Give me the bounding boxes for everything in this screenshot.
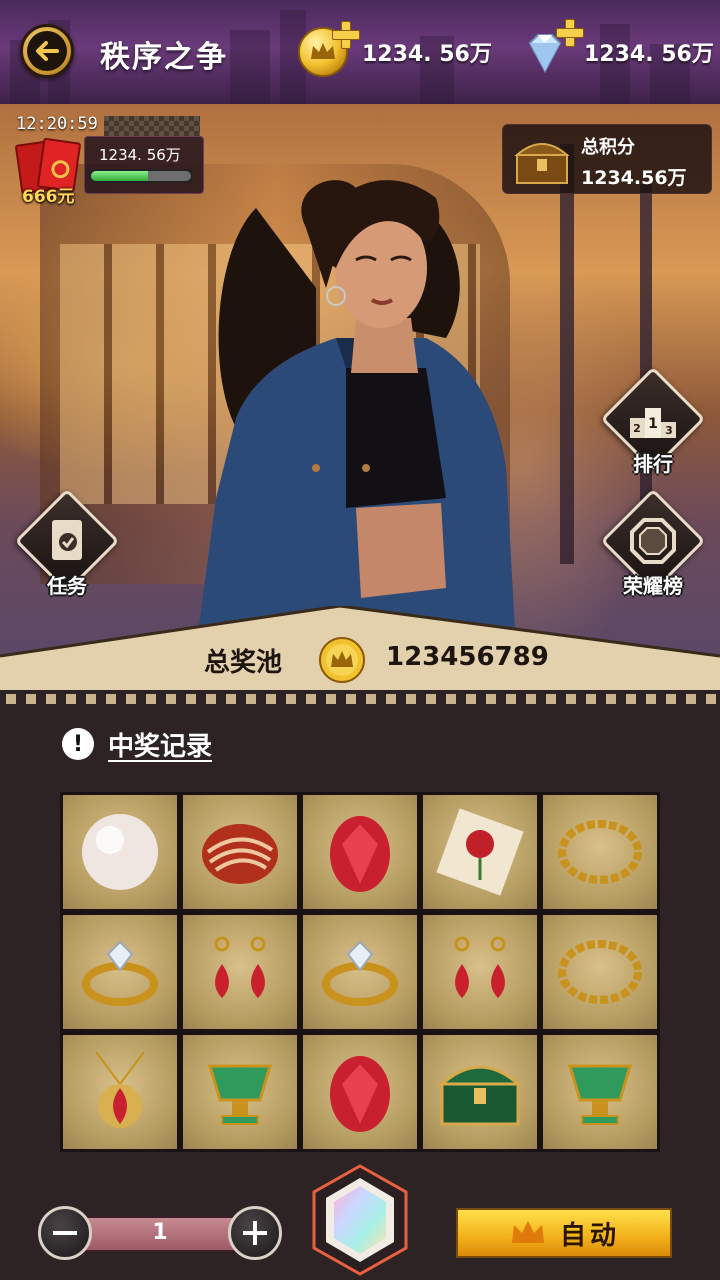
red-packet-panel[interactable]: 1234. 56万 xyxy=(84,136,204,194)
diamond-ring-icon xyxy=(322,940,398,1006)
auto-label: 自动 xyxy=(559,1220,620,1251)
score-label: 总积分 xyxy=(581,137,635,158)
podium-icon: 1 2 3 xyxy=(630,408,676,438)
prize-cell[interactable] xyxy=(300,912,420,1032)
gold-chain-icon xyxy=(558,820,642,884)
agate-icon xyxy=(202,824,278,884)
add-gold-button[interactable] xyxy=(332,21,360,49)
palm-trunk xyxy=(560,144,574,564)
task-notebook-icon xyxy=(52,520,82,560)
countdown-timer: 12:20:59 xyxy=(16,114,98,134)
gold-coin-icon xyxy=(319,637,365,683)
svg-text:3: 3 xyxy=(665,424,673,437)
increase-button[interactable] xyxy=(228,1206,282,1260)
gold-chain-icon xyxy=(558,940,642,1004)
rank-label: 排行 xyxy=(633,452,673,476)
diamond-ring-icon xyxy=(82,940,158,1006)
prize-cell[interactable] xyxy=(180,912,300,1032)
honor-label: 荣耀榜 xyxy=(623,574,683,598)
gold-amount: 1234. 56万 xyxy=(362,42,492,67)
jade-cup-icon xyxy=(207,1064,273,1125)
tasks-label: 任务 xyxy=(47,574,87,598)
pearl-icon xyxy=(82,814,158,890)
prize-cell[interactable] xyxy=(180,792,300,912)
ruby-icon xyxy=(330,816,390,892)
prize-grid xyxy=(60,792,660,1152)
ruby-earrings-icon xyxy=(214,936,266,998)
plus-icon xyxy=(243,1221,267,1245)
prize-pool-banner: 总奖池 123456789 xyxy=(0,606,720,696)
ruby-pendant-icon xyxy=(95,1051,145,1128)
add-diamond-button[interactable] xyxy=(556,19,584,47)
gold-currency: 1234. 56万 xyxy=(298,21,492,82)
arrow-left-icon xyxy=(36,41,59,61)
records-title[interactable]: 中奖记录 xyxy=(108,726,212,763)
red-packet-amount: 666元 xyxy=(22,187,75,207)
diamond-icon xyxy=(520,19,584,77)
total-score-panel: 总积分 1234.56万 xyxy=(502,124,712,194)
prize-cell[interactable] xyxy=(420,792,540,912)
prize-cell[interactable] xyxy=(420,912,540,1032)
prize-cell[interactable] xyxy=(540,792,660,912)
diamond-amount: 1234. 56万 xyxy=(584,42,714,67)
dashed-divider xyxy=(0,690,720,708)
rose-card-icon xyxy=(436,808,524,896)
spin-crystal-button[interactable] xyxy=(308,1164,412,1276)
gold-coin-icon xyxy=(298,21,360,77)
pool-value: 123456789 xyxy=(386,642,549,672)
checker-strip xyxy=(104,116,200,136)
svg-text:2: 2 xyxy=(633,422,641,435)
quantity-value[interactable]: 1 xyxy=(68,1220,252,1245)
prize-cell[interactable] xyxy=(420,1032,540,1152)
prize-cell[interactable] xyxy=(60,1032,180,1152)
minus-icon xyxy=(53,1231,77,1235)
svg-text:1: 1 xyxy=(648,416,658,432)
crown-icon xyxy=(511,1221,544,1243)
rank-button[interactable]: 1 2 3 排行 xyxy=(598,366,708,484)
honor-board-button[interactable]: 荣耀榜 xyxy=(598,488,708,606)
treasure-chest-icon xyxy=(514,143,570,184)
octagon-badge-icon xyxy=(630,518,676,564)
prize-cell[interactable] xyxy=(180,1032,300,1152)
exclamation-icon: ! xyxy=(62,728,94,760)
tasks-button[interactable]: 任务 xyxy=(12,488,122,606)
prize-cell[interactable] xyxy=(540,912,660,1032)
red-packet-progress xyxy=(89,169,193,183)
score-value: 1234.56万 xyxy=(581,167,687,189)
prize-cell[interactable] xyxy=(540,1032,660,1152)
prize-cell[interactable] xyxy=(300,1032,420,1152)
decrease-button[interactable] xyxy=(38,1206,92,1260)
red-packet-value: 1234. 56万 xyxy=(99,146,181,164)
records-header[interactable]: ! 中奖记录 xyxy=(62,726,212,762)
ruby-icon xyxy=(330,1056,390,1132)
prize-cell[interactable] xyxy=(300,792,420,912)
diamond-currency: 1234. 56万 xyxy=(520,19,714,82)
jade-cup-icon xyxy=(567,1064,633,1125)
prize-cell[interactable] xyxy=(60,792,180,912)
treasure-chest-icon xyxy=(438,1065,522,1126)
pool-label: 总奖池 xyxy=(204,648,283,678)
character-portrait xyxy=(196,180,516,648)
ruby-earrings-icon xyxy=(454,936,506,998)
prize-cell[interactable] xyxy=(60,912,180,1032)
quantity-stepper: 1 xyxy=(38,1206,282,1262)
auto-button[interactable]: 自动 xyxy=(456,1208,672,1258)
page-title: 秩序之争 xyxy=(100,40,228,75)
progress-fill xyxy=(91,171,148,181)
back-button[interactable] xyxy=(20,24,74,78)
top-bar: 秩序之争 1234. 56万 1234. 56万 xyxy=(0,0,720,104)
